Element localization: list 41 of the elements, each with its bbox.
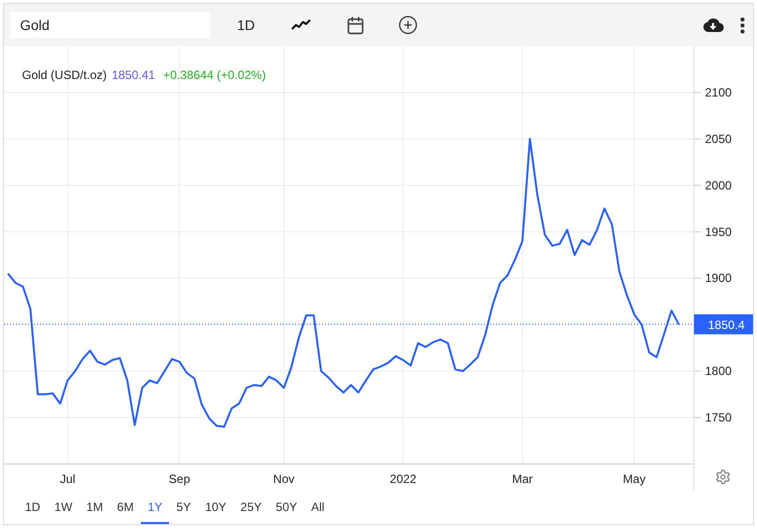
search-field[interactable]: Gold <box>10 12 210 38</box>
y-axis-label: 1950 <box>705 224 732 239</box>
x-axis-label: Sep <box>168 472 190 486</box>
y-axis-label: 1800 <box>705 364 732 378</box>
y-axis-label: 1750 <box>705 410 732 425</box>
chart-type-button[interactable] <box>290 19 311 31</box>
price-badge: 1850.4 <box>694 314 753 334</box>
legend-name: Gold (USD/t.oz) <box>22 68 107 82</box>
settings-icon <box>715 469 731 485</box>
x-axis-label: Nov <box>273 472 295 486</box>
y-axis-label: 2000 <box>705 178 732 192</box>
range-tab[interactable]: 6M <box>110 491 141 524</box>
cloud-download-icon <box>702 17 724 33</box>
settings-button[interactable] <box>715 469 731 485</box>
calendar-button[interactable] <box>346 16 365 34</box>
range-tab[interactable]: All <box>304 491 332 524</box>
more-button[interactable] <box>740 16 745 34</box>
range-tab[interactable]: 1D <box>18 491 48 524</box>
x-axis-label: Mar <box>512 472 533 486</box>
y-axis-label: 1900 <box>705 271 732 286</box>
range-tab[interactable]: 25Y <box>233 491 269 524</box>
x-axis-label: 2022 <box>390 472 416 486</box>
range-tab[interactable]: 10Y <box>198 491 234 524</box>
range-tab[interactable]: 5Y <box>169 491 198 524</box>
range-tab[interactable]: 50Y <box>268 491 304 524</box>
range-tab[interactable]: 1W <box>47 491 80 524</box>
line-chart-icon <box>290 19 311 31</box>
more-icon <box>740 16 745 34</box>
calendar-icon <box>346 16 365 34</box>
legend-price: 1850.41 <box>112 68 156 82</box>
legend-change: +0.38644 (+0.02%) <box>163 68 266 82</box>
interval-button[interactable]: 1D <box>237 17 255 33</box>
download-button[interactable] <box>702 17 724 33</box>
x-axis-label: Jul <box>60 472 76 486</box>
y-axis-label: 2100 <box>705 85 732 100</box>
add-icon <box>398 15 418 35</box>
x-axis-label: May <box>622 472 646 486</box>
add-button[interactable] <box>398 15 418 35</box>
range-tab[interactable]: 1M <box>79 491 110 524</box>
range-tab[interactable]: 1Y <box>140 491 170 524</box>
y-axis-label: 2050 <box>705 132 732 146</box>
